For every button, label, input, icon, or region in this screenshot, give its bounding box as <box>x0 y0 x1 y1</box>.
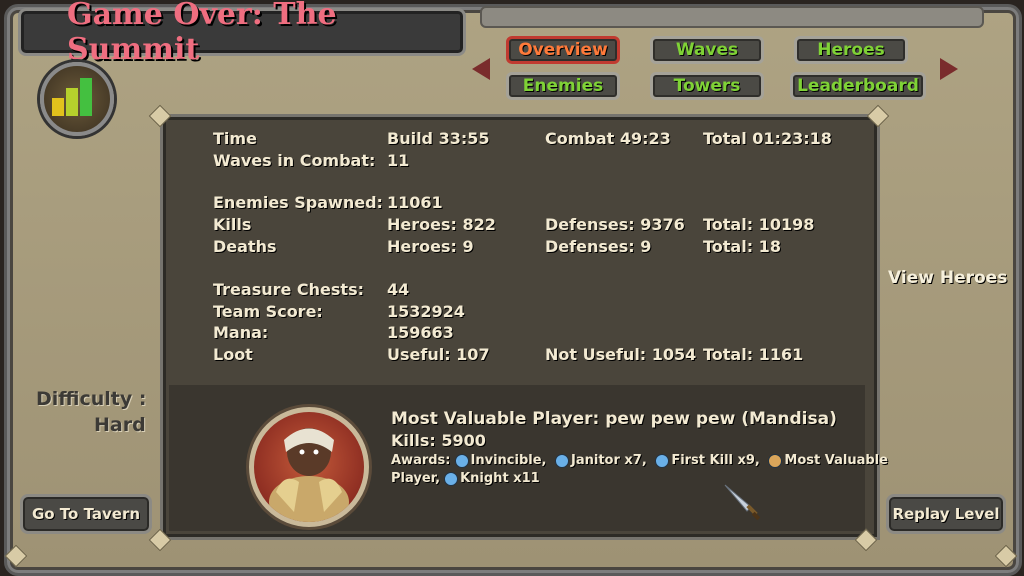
stat-value: 44 <box>387 280 410 299</box>
award-icon <box>555 453 569 468</box>
mvp-kills: Kills: 5900 <box>391 431 486 450</box>
chart-bar-icon <box>66 88 78 116</box>
award-first-kill: First Kill x9, <box>671 453 760 468</box>
view-heroes-link[interactable]: View Heroes <box>888 268 1007 288</box>
score-row: Team Score: 1532924 <box>163 302 877 324</box>
mvp-section: Most Valuable Player: pew pew pew (Mandi… <box>169 385 888 531</box>
tab-next-arrow-icon[interactable] <box>940 58 958 80</box>
tab-waves[interactable]: Waves <box>650 36 764 64</box>
stat-value: 159663 <box>387 323 454 342</box>
tab-towers[interactable]: Towers <box>650 72 764 100</box>
award-mvp-cont: Player, <box>391 471 441 486</box>
deaths-defenses: Defenses: 9 <box>545 237 652 256</box>
loot-total: Total: 1161 <box>703 345 804 364</box>
waves-row: Waves in Combat: 11 <box>163 151 877 173</box>
mvp-awards-line1: Awards: Invincible, Janitor x7, First Kil… <box>391 453 888 468</box>
mana-row: Mana: 159663 <box>163 323 877 345</box>
loot-useful: Useful: 107 <box>387 345 490 364</box>
tab-prev-arrow-icon[interactable] <box>472 58 490 80</box>
stat-label: Waves in Combat: <box>213 151 376 170</box>
tab-overview[interactable]: Overview <box>506 36 620 64</box>
kills-heroes: Heroes: 822 <box>387 215 496 234</box>
award-mvp: Most Valuable <box>784 453 888 468</box>
chests-row: Treasure Chests: 44 <box>163 280 877 302</box>
award-icon <box>444 471 459 486</box>
tab-enemies[interactable]: Enemies <box>506 72 620 100</box>
stat-label: Kills <box>213 215 252 234</box>
tab-heroes[interactable]: Heroes <box>794 36 908 64</box>
stat-label: Team Score: <box>213 302 323 321</box>
stats-panel: Time Build 33:55 Combat 49:23 Total 01:2… <box>160 114 888 540</box>
replay-level-button[interactable]: Replay Level <box>886 494 1006 534</box>
stat-label: Loot <box>213 345 253 364</box>
total-time: Total 01:23:18 <box>703 129 832 148</box>
go-to-tavern-button[interactable]: Go To Tavern <box>20 494 152 534</box>
page-title: Game Over: The Summit <box>67 0 337 67</box>
stats-chart-icon <box>40 62 114 136</box>
time-row: Time Build 33:55 Combat 49:23 Total 01:2… <box>163 129 877 151</box>
stat-value: 11 <box>387 151 410 170</box>
mvp-portrait <box>249 407 369 527</box>
awards-label: Awards: <box>391 453 451 468</box>
mvp-title: Most Valuable Player: pew pew pew (Mandi… <box>391 409 837 429</box>
difficulty-label: Difficulty : <box>36 388 147 410</box>
deaths-heroes: Heroes: 9 <box>387 237 474 256</box>
award-knight: Knight x11 <box>460 471 540 486</box>
deaths-row: Deaths Heroes: 9 Defenses: 9 Total: 18 <box>163 237 877 259</box>
deaths-total: Total: 18 <box>703 237 781 256</box>
stat-label: Treasure Chests: <box>213 280 364 299</box>
loot-not-useful: Not Useful: 1054 <box>545 345 697 364</box>
stat-label: Enemies Spawned: <box>213 193 383 212</box>
build-time: Build 33:55 <box>387 129 490 148</box>
tab-leaderboard[interactable]: Leaderboard <box>790 72 926 100</box>
award-janitor: Janitor x7, <box>571 453 647 468</box>
award-icon <box>768 453 783 468</box>
stat-value: 11061 <box>387 193 443 212</box>
loot-row: Loot Useful: 107 Not Useful: 1054 Total:… <box>163 345 877 367</box>
kills-row: Kills Heroes: 822 Defenses: 9376 Total: … <box>163 215 877 237</box>
sword-icon <box>724 484 761 521</box>
stat-label: Mana: <box>213 323 269 342</box>
chart-bar-icon <box>52 98 64 116</box>
stat-value: 1532924 <box>387 302 465 321</box>
title-banner: Game Over: The Summit <box>18 0 466 67</box>
award-invincible: Invincible, <box>470 453 547 468</box>
award-icon <box>655 453 670 468</box>
enemies-row: Enemies Spawned: 11061 <box>163 193 877 215</box>
tab-rail <box>480 6 984 28</box>
difficulty-value: Hard <box>94 414 146 436</box>
stat-label: Deaths <box>213 237 277 256</box>
hero-portrait-icon <box>269 428 349 522</box>
kills-defenses: Defenses: 9376 <box>545 215 685 234</box>
combat-time: Combat 49:23 <box>545 129 671 148</box>
award-icon <box>454 453 469 468</box>
chart-bar-icon <box>80 78 92 116</box>
kills-total: Total: 10198 <box>703 215 815 234</box>
stat-label: Time <box>213 129 257 148</box>
mvp-awards-line2: Player, Knight x11 <box>391 471 540 486</box>
